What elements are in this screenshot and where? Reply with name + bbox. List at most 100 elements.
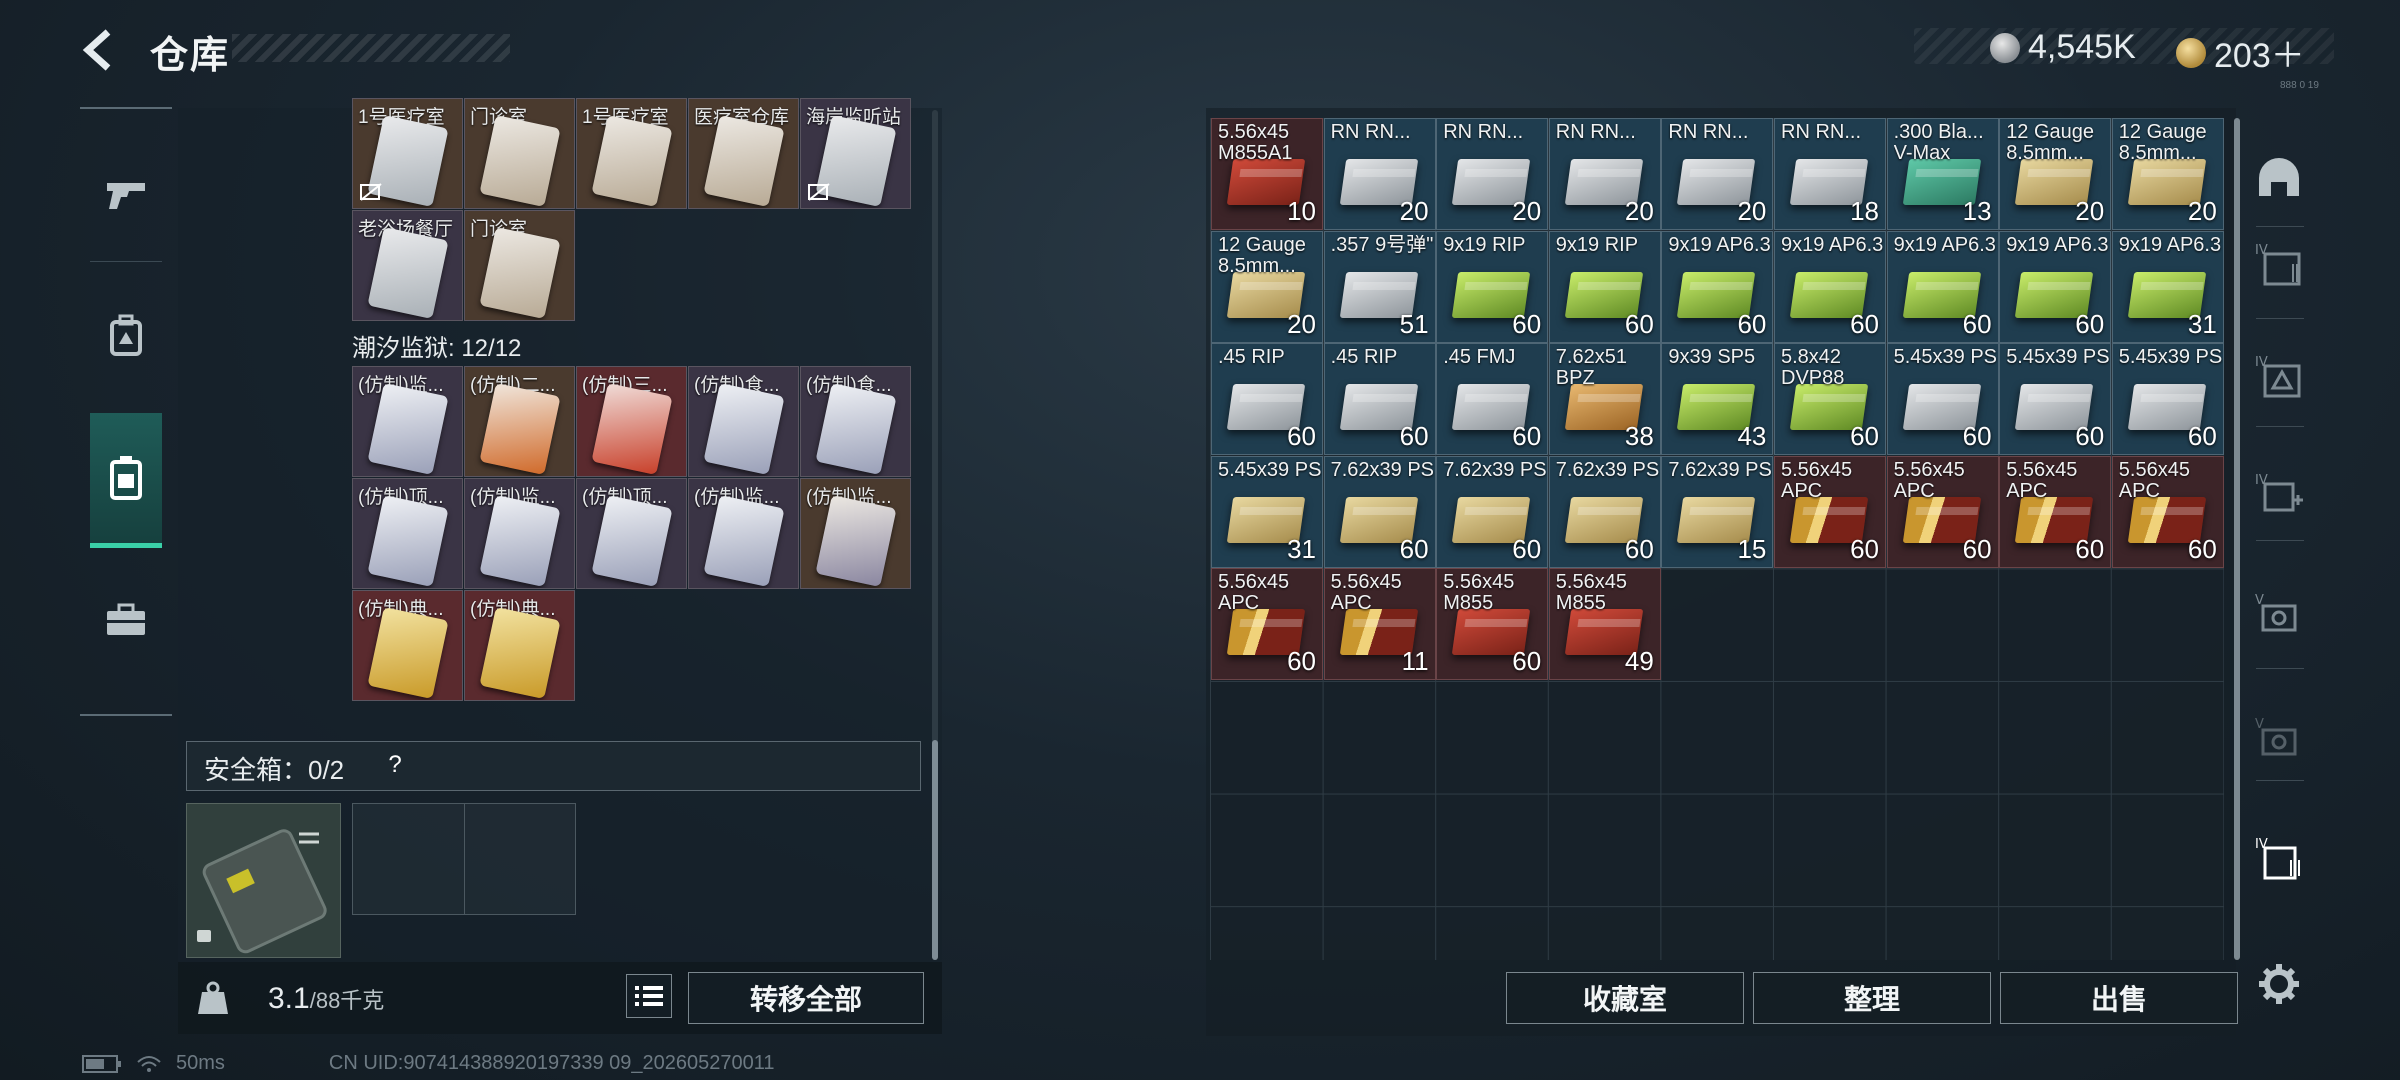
ammo-item[interactable]: 9x19 RIP 60: [1436, 230, 1549, 343]
ammo-item[interactable]: 9x19 AP6.3 60: [1886, 230, 1999, 343]
keycard-cell[interactable]: (仿制)顶...: [576, 478, 687, 589]
ammo-count: 60: [1962, 308, 1992, 339]
keycard-cell[interactable]: (仿制)顶...: [352, 478, 463, 589]
keycard-cell[interactable]: 老浴场餐厅: [352, 210, 463, 321]
ammo-item[interactable]: 7.62x39 PS 60: [1436, 455, 1549, 568]
help-button[interactable]: ?: [380, 751, 410, 781]
keycard-cell[interactable]: (仿制)监...: [464, 478, 575, 589]
nav-rig[interactable]: IV: [2250, 346, 2308, 406]
keycard-cell[interactable]: 门诊室: [464, 210, 575, 321]
keycard-cell[interactable]: (仿制)二...: [464, 366, 575, 477]
nav-helmet[interactable]: [2250, 148, 2308, 208]
nav-toolbox[interactable]: [90, 555, 162, 685]
back-arrow-icon[interactable]: [78, 26, 126, 74]
ammo-count: 51: [1399, 308, 1429, 339]
ammo-name: 5.56x45 APC: [2006, 459, 2078, 502]
ammo-item[interactable]: 5.56x45 M855 49: [1548, 568, 1661, 681]
safe-box-label: 安全箱：0/2: [204, 755, 345, 785]
keycard-cell[interactable]: (仿制)三...: [576, 366, 687, 477]
sell-button[interactable]: 出售: [2000, 972, 2238, 1024]
title-decoration: [232, 34, 510, 62]
ammo-item[interactable]: 7.62x39 PS 60: [1323, 455, 1436, 568]
ammo-item[interactable]: .300 Bla... V-Max 13: [1886, 118, 1999, 230]
ammo-count: 60: [2075, 308, 2105, 339]
ammo-item[interactable]: 5.45x39 PS 60: [1886, 343, 1999, 456]
ammo-item[interactable]: .45 FMJ 60: [1436, 343, 1549, 456]
ammo-count: 20: [1624, 196, 1654, 226]
ammo-item[interactable]: 12 Gauge 8.5mm... 20: [1211, 230, 1323, 343]
keycard-cell[interactable]: (仿制)监...: [352, 366, 463, 477]
keycard-cell[interactable]: (仿制)典...: [464, 590, 575, 701]
ammo-item[interactable]: .45 RIP 60: [1323, 343, 1436, 456]
keycard-cell[interactable]: 医疗室仓库: [688, 98, 799, 209]
ammo-item[interactable]: 9x19 AP6.3 31: [2111, 230, 2224, 343]
transfer-all-button[interactable]: 转移全部: [688, 972, 924, 1024]
nav-pouch[interactable]: IV: [2250, 828, 2308, 888]
ammo-item[interactable]: RN RN... 18: [1774, 118, 1886, 230]
ammo-item[interactable]: 5.56x45 APC 60: [1774, 455, 1886, 568]
right-scrollbar[interactable]: [2234, 118, 2240, 960]
ammo-item[interactable]: 9x39 SP5 43: [1661, 343, 1774, 456]
gold-coin-icon: [2176, 37, 2206, 68]
left-category-nav: [80, 107, 172, 716]
ammo-count: 60: [1737, 308, 1767, 339]
ammo-item[interactable]: 9x19 RIP 60: [1548, 230, 1661, 343]
sort-button[interactable]: 整理: [1753, 972, 1991, 1024]
ammo-item[interactable]: 5.45x39 PS 31: [1211, 455, 1323, 568]
ammo-item[interactable]: 9x19 AP6.3 60: [1774, 230, 1886, 343]
ammo-item[interactable]: RN RN... 20: [1548, 118, 1661, 230]
nav-armor[interactable]: IV: [2250, 234, 2308, 294]
section-label-prison: 潮汐监狱: 12/12: [352, 335, 522, 362]
ammo-count: 60: [1624, 308, 1654, 339]
nav-weapons[interactable]: [90, 129, 162, 259]
left-scrollbar-thumb[interactable]: [932, 740, 938, 960]
ammo-name: 12 Gauge 8.5mm...: [1218, 234, 1306, 277]
ammo-item[interactable]: .45 RIP 60: [1211, 343, 1323, 456]
ammo-item[interactable]: 9x19 AP6.3 60: [1999, 230, 2112, 343]
ammo-item[interactable]: 12 Gauge 8.5mm... 20: [2111, 118, 2224, 230]
keycard-cell[interactable]: (仿制)食...: [800, 366, 911, 477]
list-view-button[interactable]: [626, 974, 672, 1018]
ammo-item[interactable]: 5.56x45 APC 60: [1211, 568, 1323, 681]
keycard-cell[interactable]: (仿制)食...: [688, 366, 799, 477]
safe-box-item[interactable]: [186, 803, 341, 958]
ammo-item[interactable]: 5.8x42 DVP88 60: [1774, 343, 1886, 456]
ammo-item[interactable]: RN RN... 20: [1323, 118, 1436, 230]
ammo-item[interactable]: 5.45x39 PS 60: [2111, 343, 2224, 456]
nav-backpack[interactable]: [90, 271, 162, 401]
keycard-cell[interactable]: 1号医疗室: [576, 98, 687, 209]
ammo-item[interactable]: RN RN... 20: [1436, 118, 1549, 230]
nav-medkit[interactable]: IV: [2250, 464, 2308, 524]
nav-bag[interactable]: V: [2250, 584, 2308, 644]
ammo-item[interactable]: 12 Gauge 8.5mm... 20: [1999, 118, 2112, 230]
ammo-item[interactable]: 5.56x45 M855 60: [1436, 568, 1549, 681]
ammo-item[interactable]: 9x19 AP6.3 60: [1661, 230, 1774, 343]
ammo-item[interactable]: RN RN... 20: [1661, 118, 1774, 230]
silver-currency[interactable]: 4,545K: [1990, 28, 2136, 67]
ammo-item[interactable]: 7.62x39 PS 60: [1548, 455, 1661, 568]
keycard-cell[interactable]: 1号医疗室: [352, 98, 463, 209]
nav-storage[interactable]: [90, 413, 162, 548]
ammo-item[interactable]: 5.56x45 M855A1 10: [1211, 118, 1323, 230]
keycard-cell[interactable]: (仿制)典...: [352, 590, 463, 701]
keycard-cell[interactable]: 门诊室: [464, 98, 575, 209]
ammo-item[interactable]: .357 9号弹" 51: [1323, 230, 1436, 343]
keycard-cell[interactable]: (仿制)监...: [688, 478, 799, 589]
ammo-item[interactable]: 5.56x45 APC 60: [1886, 455, 1999, 568]
ammo-item[interactable]: 5.56x45 APC 60: [2111, 455, 2224, 568]
keycard-cell[interactable]: 海岸监听站: [800, 98, 911, 209]
rig-icon: IV: [2255, 355, 2301, 398]
ammo-item[interactable]: 7.62x51 BPZ 38: [1548, 343, 1661, 456]
ammo-count: 31: [2187, 308, 2217, 339]
ammo-item[interactable]: 7.62x39 PS 15: [1661, 455, 1774, 568]
gold-currency[interactable]: 203＋: [2176, 28, 2305, 77]
medkit-icon: IV: [2255, 473, 2303, 512]
collection-room-button[interactable]: 收藏室: [1506, 972, 1744, 1024]
keycard-cell[interactable]: (仿制)监...: [800, 478, 911, 589]
nav-case[interactable]: V: [2250, 708, 2308, 768]
ammo-name: RN RN...: [1555, 122, 1636, 143]
ammo-item[interactable]: 5.56x45 APC 11: [1323, 568, 1436, 681]
ammo-item[interactable]: 5.56x45 APC 60: [1999, 455, 2112, 568]
ammo-item[interactable]: 5.45x39 PS 60: [1999, 343, 2112, 456]
settings-button[interactable]: [2250, 954, 2308, 1014]
